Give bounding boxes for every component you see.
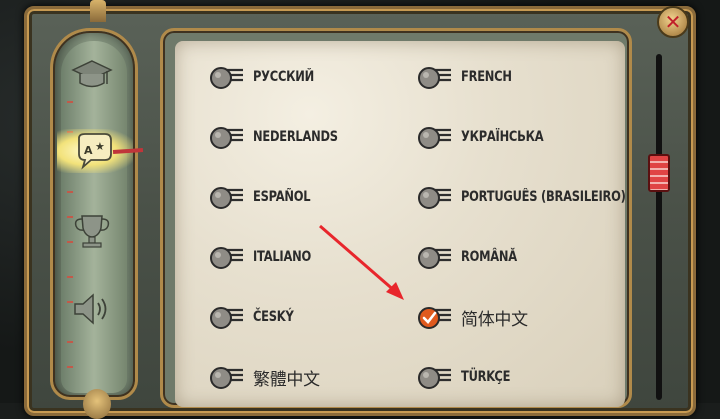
svg-text:A: A [84,144,93,157]
sidebar: A ★ [50,28,144,419]
language-option[interactable]: ČESKÝ [209,302,302,332]
close-icon: ✕ [664,10,682,34]
sidebar-item-language[interactable]: A ★ [57,129,144,173]
language-option[interactable]: ROMÂNĂ [417,242,529,272]
language-option[interactable]: 繁體中文 [209,362,320,392]
language-option[interactable]: NEDERLANDS [209,122,356,152]
radio-unchecked-icon[interactable] [417,244,451,270]
radio-unchecked-icon[interactable] [209,304,243,330]
radio-checked-icon[interactable] [417,304,451,330]
speaker-volume-icon [74,293,107,325]
language-option[interactable]: ITALIANO [209,242,324,272]
language-panel: РУССКИЙ NEDERLANDS ESPAÑOL ITALIANO ČESKÝ 繁體中… [160,28,632,408]
language-option[interactable]: РУССКИЙ [209,62,327,92]
radio-unchecked-icon[interactable] [209,124,243,150]
frame-ornament [90,0,106,22]
sidebar-ornament [83,389,111,419]
language-speech-bubble-icon: A ★ [78,133,112,170]
language-label: TÜRKÇE [461,369,511,385]
language-label: ITALIANO [253,249,311,265]
language-label: FRENCH [461,69,512,85]
ruler-tick [67,276,73,278]
scrollbar-track[interactable] [656,54,662,400]
ruler-tick [67,191,73,193]
sidebar-item-achievements-cap[interactable] [67,53,117,97]
graduation-cap-icon [71,60,113,88]
radio-unchecked-icon[interactable] [417,184,451,210]
language-label: РУССКИЙ [253,69,315,85]
language-label: УКРАЇНСЬКА [461,129,544,145]
language-option[interactable]: 简体中文 [417,302,528,332]
radio-unchecked-icon[interactable] [209,184,243,210]
svg-text:★: ★ [95,140,105,153]
radio-unchecked-icon[interactable] [417,124,451,150]
language-label: NEDERLANDS [253,129,338,145]
language-label: 繁體中文 [253,369,320,390]
close-button[interactable]: ✕ [657,6,689,38]
language-option[interactable]: TÜRKÇE [417,362,521,392]
scrollbar-thumb[interactable] [648,154,670,192]
sidebar-item-sound[interactable] [67,287,117,331]
language-label: ČESKÝ [253,309,294,325]
paper-sheet: РУССКИЙ NEDERLANDS ESPAÑOL ITALIANO ČESKÝ 繁體中… [175,41,626,407]
ruler-tick [67,366,73,368]
language-label: ESPAÑOL [253,189,311,205]
radio-unchecked-icon[interactable] [417,364,451,390]
language-label: ROMÂNĂ [461,249,517,265]
ruler-tick [67,101,73,103]
ruler-tick [67,341,73,343]
language-label: 简体中文 [461,309,528,330]
language-option[interactable]: УКРАЇНСЬКА [417,122,561,152]
sidebar-item-trophy[interactable] [67,209,117,253]
radio-unchecked-icon[interactable] [209,64,243,90]
radio-unchecked-icon[interactable] [209,244,243,270]
language-option[interactable]: FRENCH [417,62,523,92]
language-option[interactable]: ESPAÑOL [209,182,323,212]
radio-unchecked-icon[interactable] [417,64,451,90]
trophy-icon [74,215,110,248]
language-option[interactable]: PORTUGUÊS (BRASILEIRO) [417,182,662,212]
radio-unchecked-icon[interactable] [209,364,243,390]
language-label: PORTUGUÊS (BRASILEIRO) [461,189,626,205]
